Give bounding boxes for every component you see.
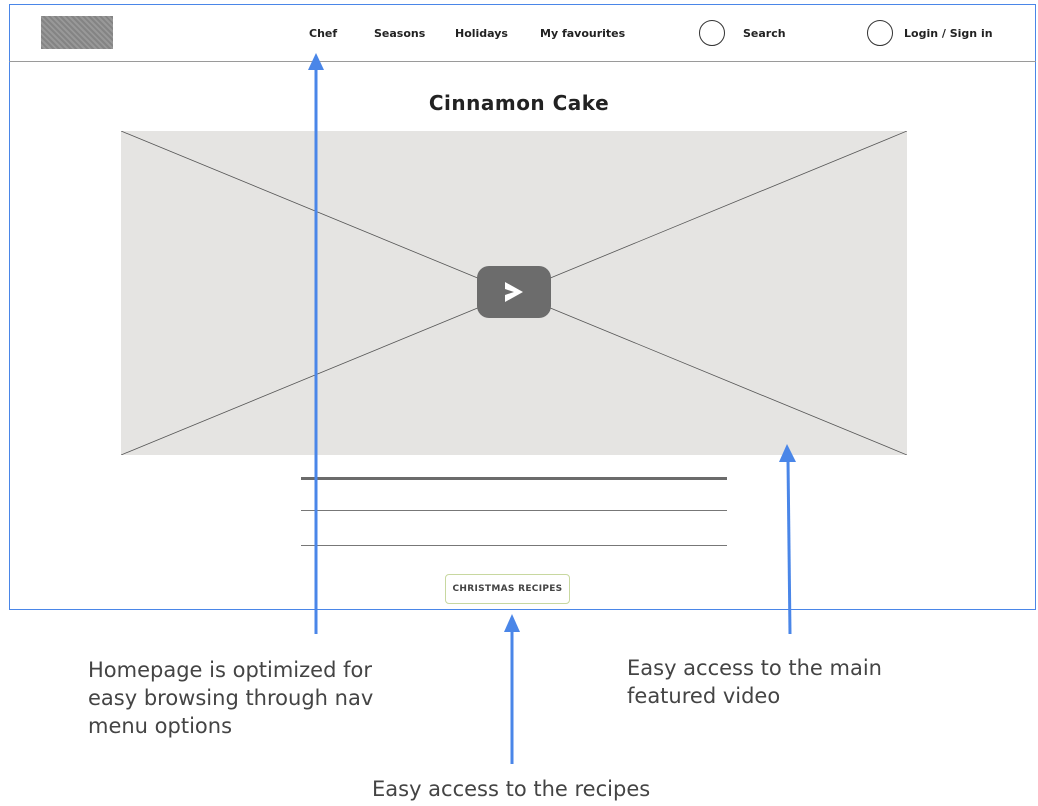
video-annotation-text: Easy access to the main featured video [627,656,882,708]
video-arrow-head [779,444,796,462]
recipes-annotation-text: Easy access to the recipes [372,777,651,801]
nav-arrow-head [308,53,324,70]
nav-annotation-text: Homepage is optimized for easy browsing … [88,658,374,738]
video-annotation-arrow [786,459,792,635]
recipes-arrow-head [504,614,520,632]
